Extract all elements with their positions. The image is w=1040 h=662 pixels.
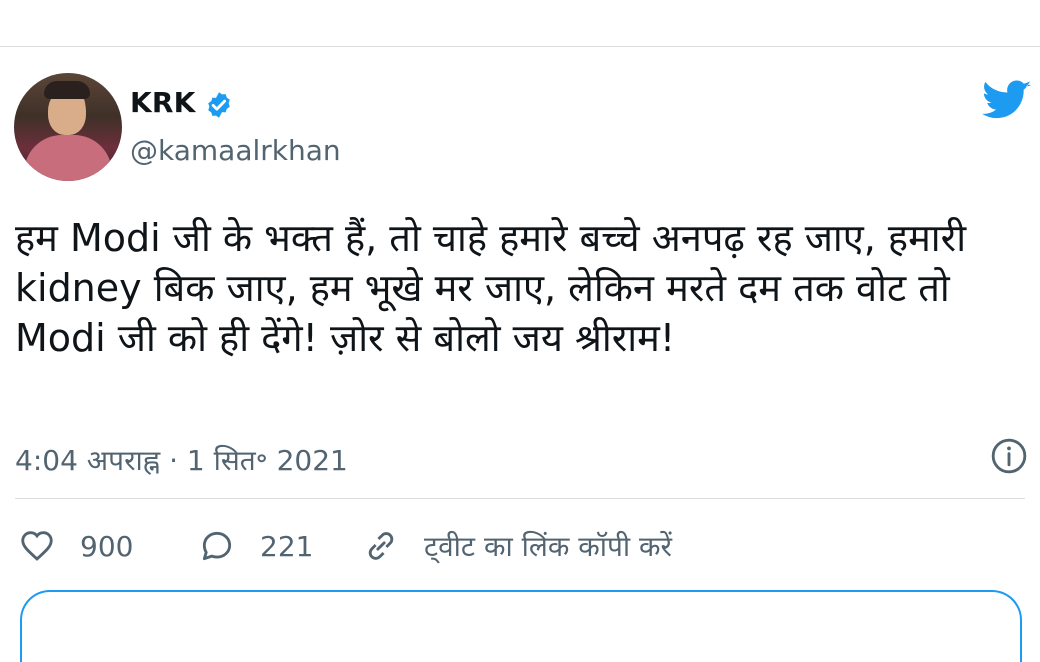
heart-icon bbox=[21, 531, 53, 561]
top-divider bbox=[0, 46, 1040, 47]
info-icon[interactable] bbox=[990, 437, 1028, 475]
reply-box-edge[interactable] bbox=[20, 590, 1022, 662]
link-icon bbox=[368, 532, 394, 560]
tweet-text: हम Modi जी के भक्त हैं, तो चाहे हमारे बच… bbox=[15, 216, 967, 360]
twitter-bird-icon[interactable] bbox=[982, 80, 1032, 122]
reply-button[interactable]: 221 bbox=[198, 525, 313, 567]
avatar-shirt bbox=[24, 135, 112, 181]
reply-icon bbox=[202, 531, 232, 561]
actions-divider bbox=[15, 498, 1025, 499]
user-handle[interactable]: @kamaalrkhan bbox=[130, 134, 341, 167]
like-button[interactable]: 900 bbox=[18, 525, 133, 567]
tweet-timestamp[interactable]: 4:04 अपराह्न · 1 सित॰ 2021 bbox=[15, 441, 348, 479]
avatar[interactable] bbox=[14, 73, 122, 181]
display-name[interactable]: KRK bbox=[130, 86, 196, 119]
avatar-hair bbox=[44, 81, 90, 99]
copy-link-label: ट्वीट का लिंक कॉपी करें bbox=[424, 530, 673, 563]
verified-badge-icon bbox=[208, 92, 230, 118]
copy-link-button[interactable]: ट्वीट का लिंक कॉपी करें bbox=[362, 525, 672, 567]
reply-count: 221 bbox=[260, 529, 314, 563]
like-count: 900 bbox=[80, 529, 134, 563]
